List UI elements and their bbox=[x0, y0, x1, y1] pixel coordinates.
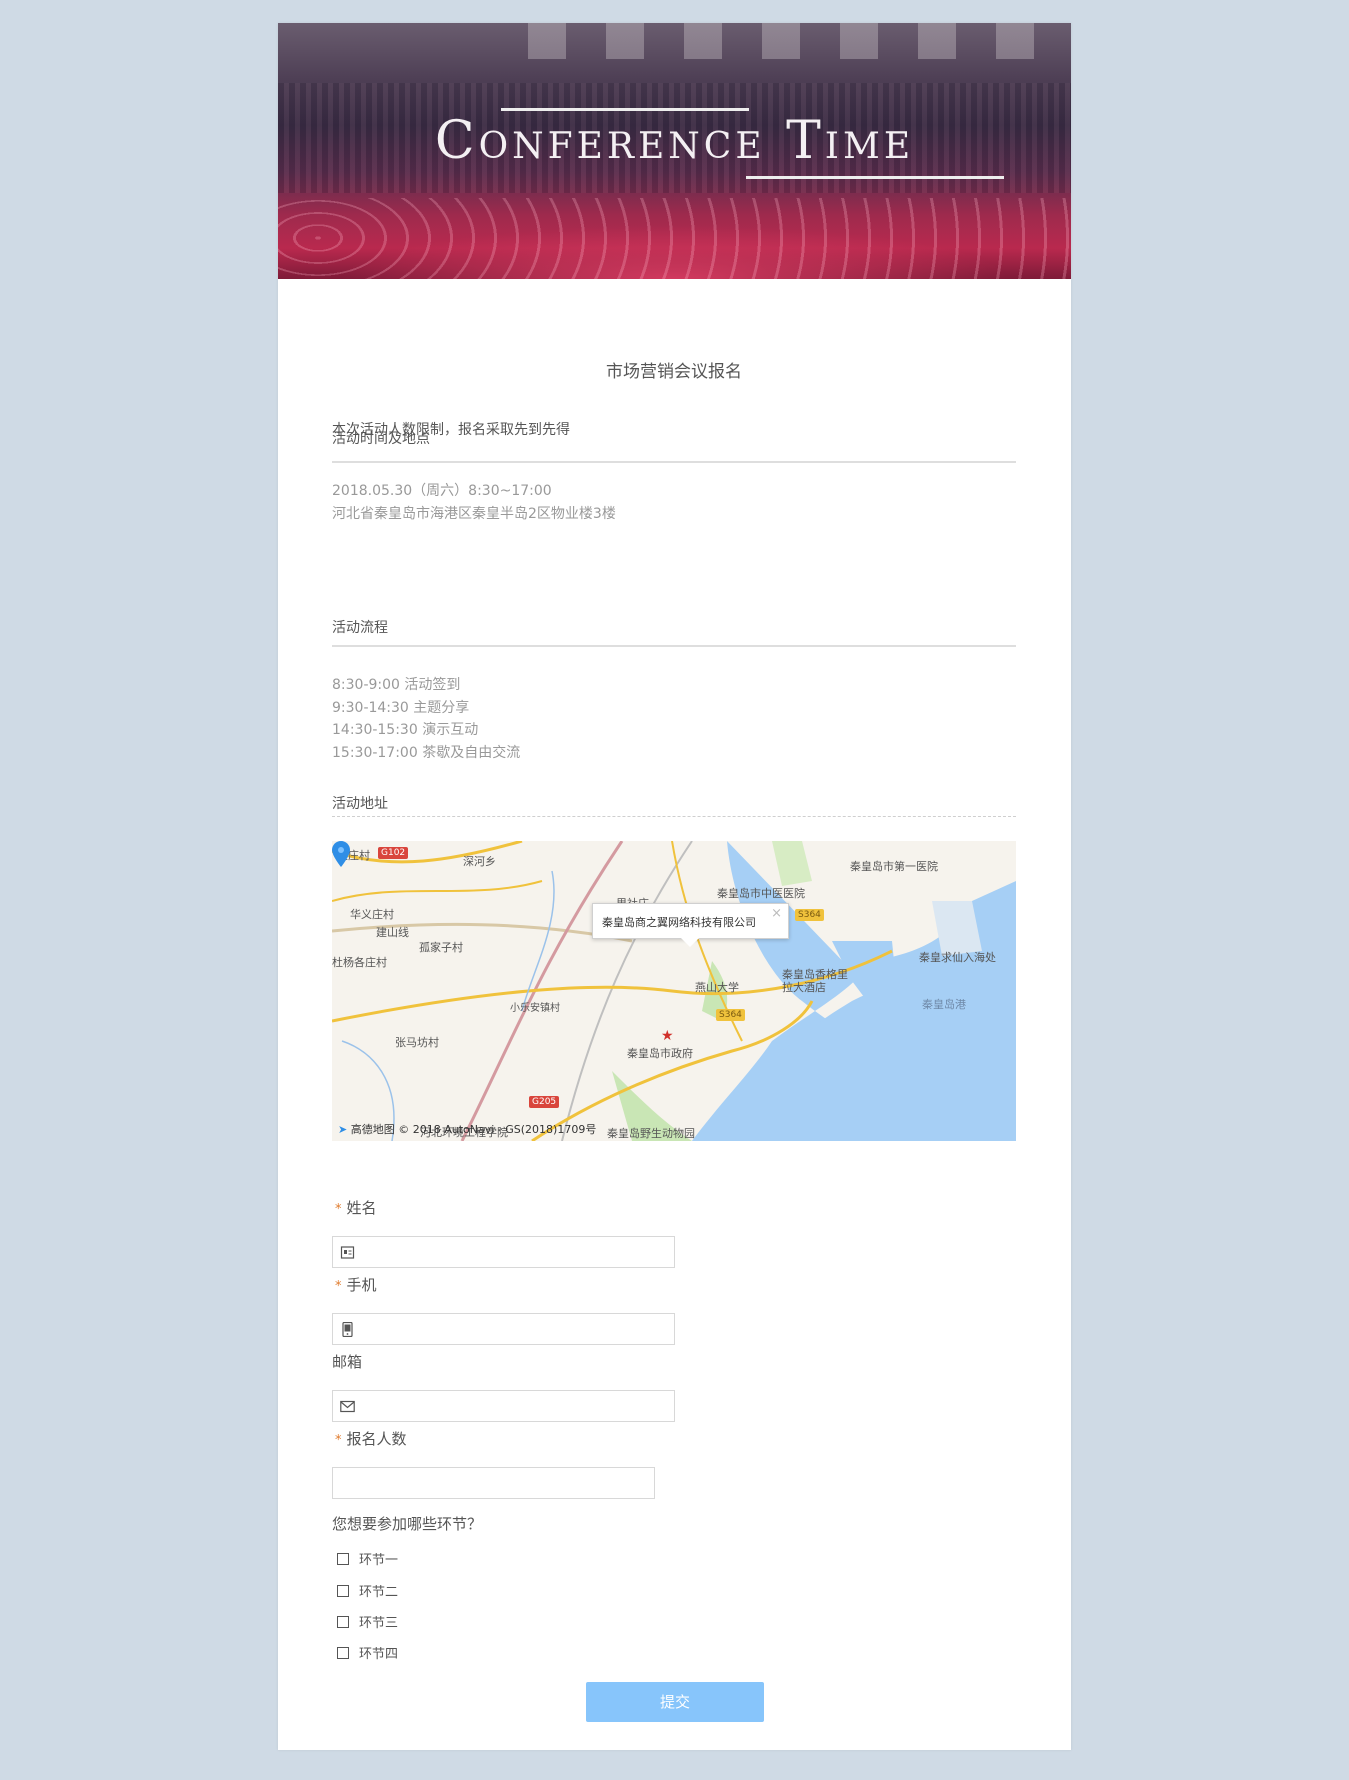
id-card-icon bbox=[340, 1246, 355, 1259]
map-poi-star-icon: ★ bbox=[661, 1028, 674, 1044]
checkbox[interactable] bbox=[337, 1646, 349, 1659]
map-label: 小乐安镇村 bbox=[510, 1003, 560, 1014]
map-attribution: ➤ 高德地图 © 2018 AutoNavi - GS(2018)1709号 bbox=[338, 1121, 596, 1137]
map-road-shield: S364 bbox=[795, 909, 824, 921]
map-label: 秦皇求仙入海处 bbox=[919, 951, 996, 964]
field-label-text: 报名人数 bbox=[346, 1430, 407, 1448]
agenda-item: 15:30-17:00 茶歇及自由交流 bbox=[332, 744, 521, 761]
map-label: 燕山大学 bbox=[695, 981, 739, 994]
map-label: 张马坊村 bbox=[395, 1036, 439, 1049]
map-road-shield: G205 bbox=[529, 1096, 560, 1108]
checkbox-label: 环节三 bbox=[359, 1616, 399, 1631]
map-label: 秦皇岛野生动物园 bbox=[607, 1127, 695, 1140]
map-label: 杜杨各庄村 bbox=[332, 956, 387, 969]
location-map[interactable]: 里庄村 G102 深河乡 秦皇岛市中医医院 秦皇岛市第一医院 华义庄村 建山线 … bbox=[332, 841, 1016, 1141]
info-line: 河北省秦皇岛市海港区秦皇半岛2区物业楼3楼 bbox=[332, 505, 616, 522]
checkbox-label: 环节一 bbox=[359, 1553, 399, 1568]
map-label: 秦皇岛市第一医院 bbox=[850, 860, 938, 873]
registration-card: Conference Time 市场营销会议报名 本次活动人数限制，报名采取先到… bbox=[278, 23, 1071, 1750]
field-label-text: 姓名 bbox=[346, 1199, 377, 1217]
checkbox-option-4[interactable]: 环节四 bbox=[337, 1643, 398, 1662]
section-divider-dashed bbox=[332, 816, 1016, 817]
agenda-item: 8:30-9:00 活动签到 bbox=[332, 677, 461, 693]
email-input[interactable] bbox=[332, 1390, 675, 1422]
map-pin-icon[interactable] bbox=[332, 841, 350, 867]
banner-rule-bottom bbox=[746, 176, 1004, 179]
field-label-name: * 姓名 bbox=[332, 1197, 377, 1218]
map-road-shield: S364 bbox=[716, 1009, 745, 1021]
attendee-count-input[interactable] bbox=[332, 1467, 655, 1499]
map-info-window[interactable]: 秦皇岛商之翼网络科技有限公司 × bbox=[592, 903, 789, 947]
name-input[interactable] bbox=[332, 1236, 675, 1268]
section-heading-agenda: 活动流程 bbox=[332, 620, 388, 636]
map-label: 华义庄村 bbox=[350, 908, 394, 921]
form-title: 市场营销会议报名 bbox=[606, 362, 742, 382]
checkbox[interactable] bbox=[337, 1615, 349, 1628]
checkbox[interactable] bbox=[337, 1552, 349, 1565]
required-mark: * bbox=[335, 1202, 342, 1217]
required-mark: * bbox=[335, 1433, 342, 1448]
map-road-shield: G102 bbox=[378, 847, 409, 859]
banner-image: Conference Time bbox=[278, 23, 1071, 279]
map-base bbox=[332, 841, 1016, 1141]
section-info-agenda: 8:30-9:00 活动签到 9:30-14:30 主题分享 14:30-15:… bbox=[332, 674, 520, 764]
map-label: 秦皇岛市中医医院 bbox=[717, 887, 805, 900]
phone-input[interactable] bbox=[332, 1313, 675, 1345]
map-label: 深河乡 bbox=[463, 855, 496, 868]
banner-windows bbox=[528, 23, 1071, 59]
map-info-window-tail bbox=[681, 938, 699, 947]
close-icon[interactable]: × bbox=[771, 906, 782, 921]
agenda-item: 14:30-15:30 演示互动 bbox=[332, 722, 479, 738]
banner-title: Conference Time bbox=[434, 111, 915, 171]
checkbox-option-2[interactable]: 环节二 bbox=[337, 1581, 398, 1600]
field-label-text: 手机 bbox=[346, 1276, 377, 1294]
map-label: 孤家子村 bbox=[419, 941, 463, 954]
field-label-count: * 报名人数 bbox=[332, 1428, 407, 1449]
section-heading-time-place: 活动时间及地点 bbox=[332, 431, 430, 447]
section-divider bbox=[332, 461, 1016, 463]
question-label: 您想要参加哪些环节？ bbox=[332, 1515, 483, 1533]
checkbox-label: 环节四 bbox=[359, 1647, 399, 1662]
checkbox-label: 环节二 bbox=[359, 1585, 399, 1600]
mobile-phone-icon bbox=[342, 1322, 353, 1337]
map-label: 秦皇岛市政府 bbox=[627, 1047, 693, 1060]
map-label: 秦皇岛香格里拉大酒店 bbox=[782, 968, 848, 994]
agenda-item: 9:30-14:30 主题分享 bbox=[332, 699, 470, 716]
map-info-window-text: 秦皇岛商之翼网络科技有限公司 bbox=[602, 916, 756, 929]
envelope-icon bbox=[340, 1400, 355, 1413]
checkbox-option-1[interactable]: 环节一 bbox=[337, 1549, 398, 1568]
field-label-text: 邮箱 bbox=[332, 1353, 363, 1371]
map-label-water: 秦皇岛港 bbox=[922, 998, 966, 1011]
submit-button[interactable]: 提交 bbox=[586, 1682, 764, 1722]
section-divider bbox=[332, 645, 1016, 647]
section-info-time-place: 2018.05.30（周六）8:30~17:00 河北省秦皇岛市海港区秦皇半岛2… bbox=[332, 480, 616, 525]
field-label-phone: * 手机 bbox=[332, 1274, 377, 1295]
field-label-email: 邮箱 bbox=[332, 1351, 362, 1372]
checkbox[interactable] bbox=[337, 1584, 349, 1597]
map-label: 建山线 bbox=[376, 926, 409, 939]
map-attribution-text: 高德地图 © 2018 AutoNavi - GS(2018)1709号 bbox=[350, 1123, 597, 1136]
info-line: 2018.05.30（周六）8:30~17:00 bbox=[332, 483, 552, 499]
banner-seats bbox=[278, 198, 1071, 279]
required-mark: * bbox=[335, 1279, 342, 1294]
checkbox-option-3[interactable]: 环节三 bbox=[337, 1612, 398, 1631]
section-heading-address: 活动地址 bbox=[332, 796, 388, 812]
navigation-arrow-icon: ➤ bbox=[338, 1123, 348, 1136]
